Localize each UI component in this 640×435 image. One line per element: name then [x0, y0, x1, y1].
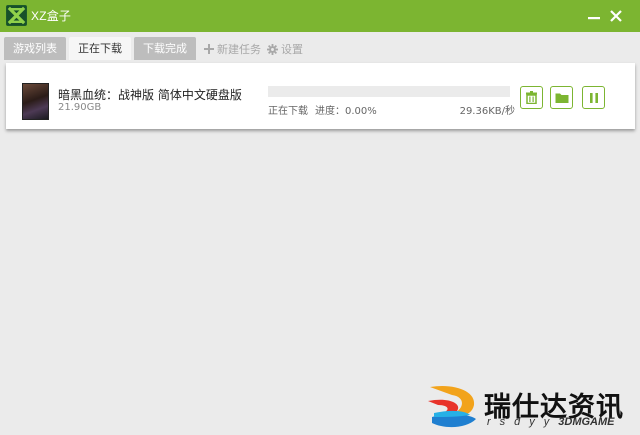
new-task-label: 新建任务 — [217, 43, 261, 56]
download-progress: 进度：0.00% — [315, 106, 377, 117]
close-button[interactable] — [608, 8, 624, 24]
minimize-button[interactable] — [586, 8, 602, 24]
delete-button[interactable] — [520, 86, 543, 109]
tab-game-list[interactable]: 游戏列表 — [4, 37, 66, 60]
tab-bar: 游戏列表 正在下载 下载完成 新建任务 设置 — [0, 32, 640, 60]
title-bar: XZ盒子 — [0, 0, 640, 32]
download-item: 暗黑血统：战神版 简体中文硬盘版 21.90GB 正在下载 进度：0.00% 2… — [6, 63, 635, 129]
watermark-brand: 3DMGAME — [558, 416, 615, 428]
pause-icon — [589, 92, 598, 103]
open-folder-button[interactable] — [550, 86, 573, 109]
folder-icon — [555, 93, 568, 103]
download-status: 正在下载 — [268, 106, 308, 117]
close-icon — [610, 10, 622, 22]
download-list: 暗黑血统：战神版 简体中文硬盘版 21.90GB 正在下载 进度：0.00% 2… — [4, 60, 635, 431]
trash-icon — [526, 91, 537, 104]
game-size: 21.90GB — [58, 102, 102, 113]
game-cover-image — [22, 83, 49, 120]
plus-icon — [204, 44, 214, 54]
new-task-button[interactable]: 新建任务 — [204, 42, 261, 56]
watermark-logo-icon — [428, 385, 476, 428]
watermark-sub-prefix: rsdyy — [487, 416, 559, 428]
progress-bar — [268, 86, 510, 97]
settings-button[interactable]: 设置 — [267, 42, 303, 56]
game-title: 暗黑血统：战神版 简体中文硬盘版 — [58, 88, 242, 102]
watermark-subtitle: rsdyy3DMGAME — [487, 416, 615, 428]
tab-completed[interactable]: 下载完成 — [134, 37, 196, 60]
settings-label: 设置 — [281, 43, 303, 56]
minimize-icon — [588, 17, 600, 20]
pause-button[interactable] — [582, 86, 605, 109]
app-logo-icon — [6, 5, 27, 26]
tab-downloading[interactable]: 正在下载 — [69, 37, 131, 60]
gear-icon — [267, 43, 278, 55]
download-speed: 29.36KB/秒 — [459, 106, 515, 117]
watermark: 瑞仕达资讯 rsdyy3DMGAME — [424, 383, 634, 431]
app-title: XZ盒子 — [31, 9, 72, 23]
